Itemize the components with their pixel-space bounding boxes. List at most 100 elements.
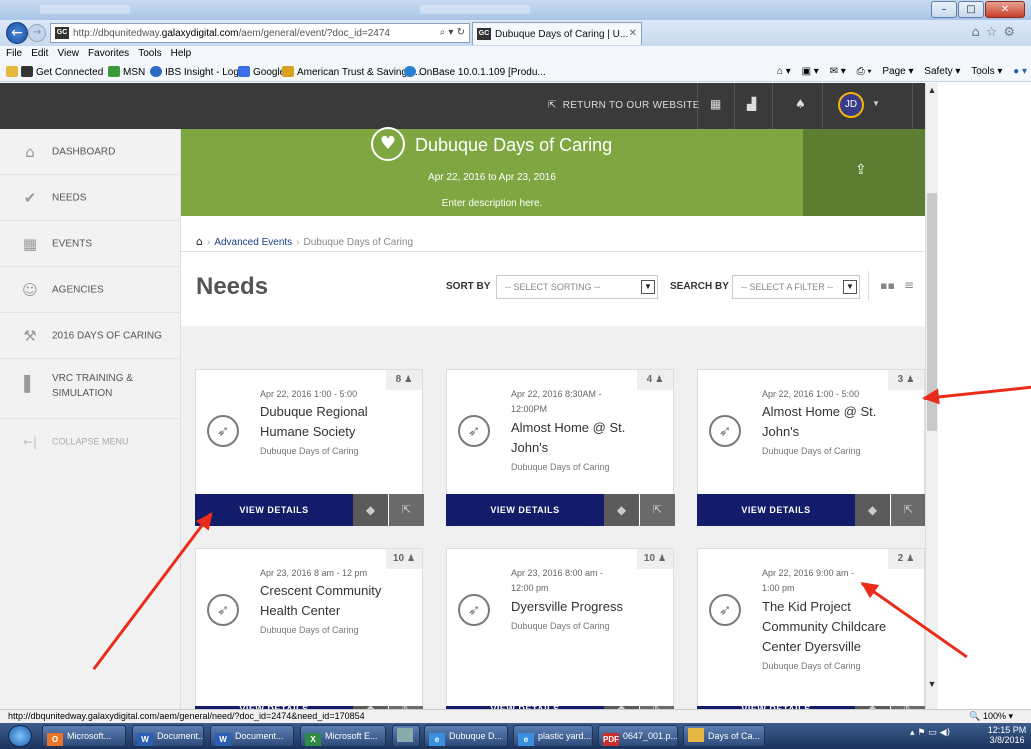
menu-view[interactable]: View: [57, 46, 79, 62]
scroll-down-icon[interactable]: ▼: [926, 679, 938, 689]
user-avatar[interactable]: JD: [838, 92, 864, 118]
favorite-onbase[interactable]: OnBase 10.0.1.109 [Produ...: [404, 66, 546, 78]
list-view-icon[interactable]: ≡: [904, 278, 914, 292]
rocket-icon: ➶: [207, 415, 239, 447]
need-card[interactable]: 4 ♟ Apr 22, 2016 8:30AM -12:00PM ➶ Almost Ho…: [446, 369, 675, 526]
address-bar[interactable]: GC http://dbqunitedway.galaxydigital.com…: [50, 23, 470, 43]
calendar-icon[interactable]: ▦: [710, 97, 721, 111]
user-icon: ♟: [655, 375, 664, 385]
taskbar-item[interactable]: X Microsoft E...: [300, 725, 386, 747]
page-menu[interactable]: Page ▾: [882, 66, 913, 77]
breadcrumb-current: Dubuque Days of Caring: [303, 237, 414, 248]
taskbar-item[interactable]: e plastic yard...: [513, 725, 593, 747]
training-icon: ▌: [24, 375, 36, 393]
home-icon: ⌂: [25, 142, 35, 161]
favorite-american-trust[interactable]: American Trust & Savings...: [282, 66, 420, 78]
share-icon[interactable]: ⇱: [891, 494, 926, 526]
need-title[interactable]: Almost Home @ St.: [762, 402, 912, 422]
print-icon[interactable]: ⎙ ▾: [857, 66, 872, 77]
return-to-website-link[interactable]: ⇱ RETURN TO OUR WEBSITE: [548, 100, 700, 111]
favorite-msn[interactable]: MSN: [108, 66, 145, 78]
mail-icon[interactable]: ✉ ▾: [830, 66, 846, 77]
sidebar-item-collapse-menu[interactable]: ←| COLLAPSE MENU: [0, 419, 181, 465]
need-title[interactable]: Health Center: [260, 601, 410, 621]
need-title[interactable]: John's: [762, 422, 912, 442]
help-circle-icon[interactable]: ● ▾: [1013, 66, 1027, 77]
need-title[interactable]: Crescent Community: [260, 581, 410, 601]
filter-select[interactable]: -- SELECT A FILTER -- ▼: [732, 275, 860, 299]
need-title[interactable]: Humane Society: [260, 422, 410, 442]
tab-close-icon[interactable]: ✕: [629, 28, 637, 39]
tray-icons[interactable]: ▴ ⚑ ▭ ◀): [910, 728, 950, 738]
view-details-button[interactable]: VIEW DETAILS: [195, 494, 353, 526]
share-icon[interactable]: ⇱: [640, 494, 675, 526]
taskbar-item[interactable]: O Microsoft...: [42, 725, 126, 747]
sidebar-item-days-of-caring[interactable]: ⚒ 2016 DAYS OF CARING: [0, 313, 181, 359]
need-card[interactable]: 10 ♟ Apr 23, 2016 8 am - 12 pm ➶ Crescent Co…: [195, 548, 423, 709]
user-icon: ♟: [906, 375, 915, 385]
back-button[interactable]: ←: [6, 22, 28, 44]
need-card[interactable]: 3 ♟ Apr 22, 2016 1:00 - 5:00 ➶ Almost Home @…: [697, 369, 926, 526]
need-title[interactable]: Center Dyersville: [762, 637, 912, 657]
home-icon[interactable]: ⌂: [196, 235, 203, 248]
address-search-refresh-icon[interactable]: ⌕ ▾ ↻: [440, 27, 465, 38]
taskbar-item[interactable]: W Document...: [132, 725, 204, 747]
need-title[interactable]: Community Childcare: [762, 617, 912, 637]
home-favorites-settings-icons[interactable]: ⌂☆⚙: [971, 25, 1021, 40]
need-card[interactable]: 8 ♟ Apr 22, 2016 1:00 - 5:00 ➶ Dubuque Regio…: [195, 369, 424, 526]
tab-title: Dubuque Days of Caring | U...: [495, 29, 629, 40]
favorite-ibs-insight[interactable]: IBS Insight - Log In: [150, 66, 250, 78]
favorite-google[interactable]: Google: [238, 66, 285, 78]
upload-icon[interactable]: ⇪: [855, 162, 867, 178]
sidebar-item-vrc-training[interactable]: ▌ VRC TRAINING & SIMULATION: [0, 359, 181, 419]
browser-tab[interactable]: GC Dubuque Days of Caring | U... ✕: [472, 22, 642, 45]
start-button[interactable]: [8, 725, 32, 747]
sidebar-item-needs[interactable]: ✔ NEEDS: [0, 175, 181, 221]
menu-help[interactable]: Help: [171, 46, 192, 62]
breadcrumb-link[interactable]: Advanced Events: [214, 237, 292, 248]
view-details-button[interactable]: VIEW DETAILS: [446, 494, 604, 526]
need-title[interactable]: Dyersville Progress: [511, 597, 661, 617]
share-icon[interactable]: ⇱: [389, 494, 424, 526]
favorite-get-connected[interactable]: Get Connected: [6, 66, 103, 78]
user-icon: ♟: [658, 554, 667, 564]
bell-icon[interactable]: ♠: [795, 97, 806, 111]
taskbar-item[interactable]: PDF 0647_001.p...: [598, 725, 678, 747]
menu-favorites[interactable]: Favorites: [88, 46, 129, 62]
need-card[interactable]: 10 ♟ Apr 23, 2016 8:00 am -12:00 pm ➶ Dyersv…: [446, 548, 674, 709]
need-title[interactable]: Almost Home @ St.: [511, 418, 661, 438]
menu-tools[interactable]: Tools: [138, 46, 161, 62]
minimize-button[interactable]: –: [931, 1, 957, 18]
menu-edit[interactable]: Edit: [31, 46, 48, 62]
tools-menu[interactable]: Tools ▾: [971, 66, 1002, 77]
taskbar-item[interactable]: W Document...: [210, 725, 294, 747]
home-icon-cmd[interactable]: ⌂ ▾: [777, 66, 791, 77]
stats-chart-icon[interactable]: ▟: [747, 97, 756, 111]
tag-icon[interactable]: ◆: [604, 494, 639, 526]
sidebar-item-dashboard[interactable]: ⌂ DASHBOARD: [0, 129, 181, 175]
zoom-level[interactable]: 🔍 100% ▾: [969, 711, 1013, 722]
menu-file[interactable]: File: [6, 46, 22, 62]
chevron-down-icon[interactable]: ▼: [872, 99, 880, 108]
need-card[interactable]: 2 ♟ Apr 22, 2016 9:00 am -1:00 pm ➶ The Kid …: [697, 548, 925, 709]
user-icon: ♟: [407, 554, 416, 564]
safety-menu[interactable]: Safety ▾: [924, 66, 960, 77]
sidebar-item-agencies[interactable]: ☺ AGENCIES: [0, 267, 181, 313]
need-title[interactable]: John's: [511, 438, 661, 458]
sort-select[interactable]: -- SELECT SORTING -- ▼: [496, 275, 658, 299]
scroll-up-icon[interactable]: ▲: [926, 85, 938, 95]
taskbar-item[interactable]: e Dubuque D...: [424, 725, 508, 747]
forward-button[interactable]: →: [28, 24, 46, 42]
taskbar-item[interactable]: Days of Ca...: [683, 725, 765, 747]
taskbar-app-icon: e: [518, 733, 534, 746]
maximize-button[interactable]: □: [958, 1, 984, 18]
tag-icon[interactable]: ◆: [353, 494, 388, 526]
sidebar-item-events[interactable]: ▦ EVENTS: [0, 221, 181, 267]
tag-icon[interactable]: ◆: [855, 494, 890, 526]
need-title[interactable]: Dubuque Regional: [260, 402, 410, 422]
view-details-button[interactable]: VIEW DETAILS: [697, 494, 855, 526]
taskbar-item[interactable]: [392, 725, 420, 747]
feeds-icon[interactable]: ▣ ▾: [802, 66, 819, 77]
grid-view-icon[interactable]: ▪▪: [880, 279, 895, 292]
close-window-button[interactable]: ✕: [985, 1, 1025, 18]
